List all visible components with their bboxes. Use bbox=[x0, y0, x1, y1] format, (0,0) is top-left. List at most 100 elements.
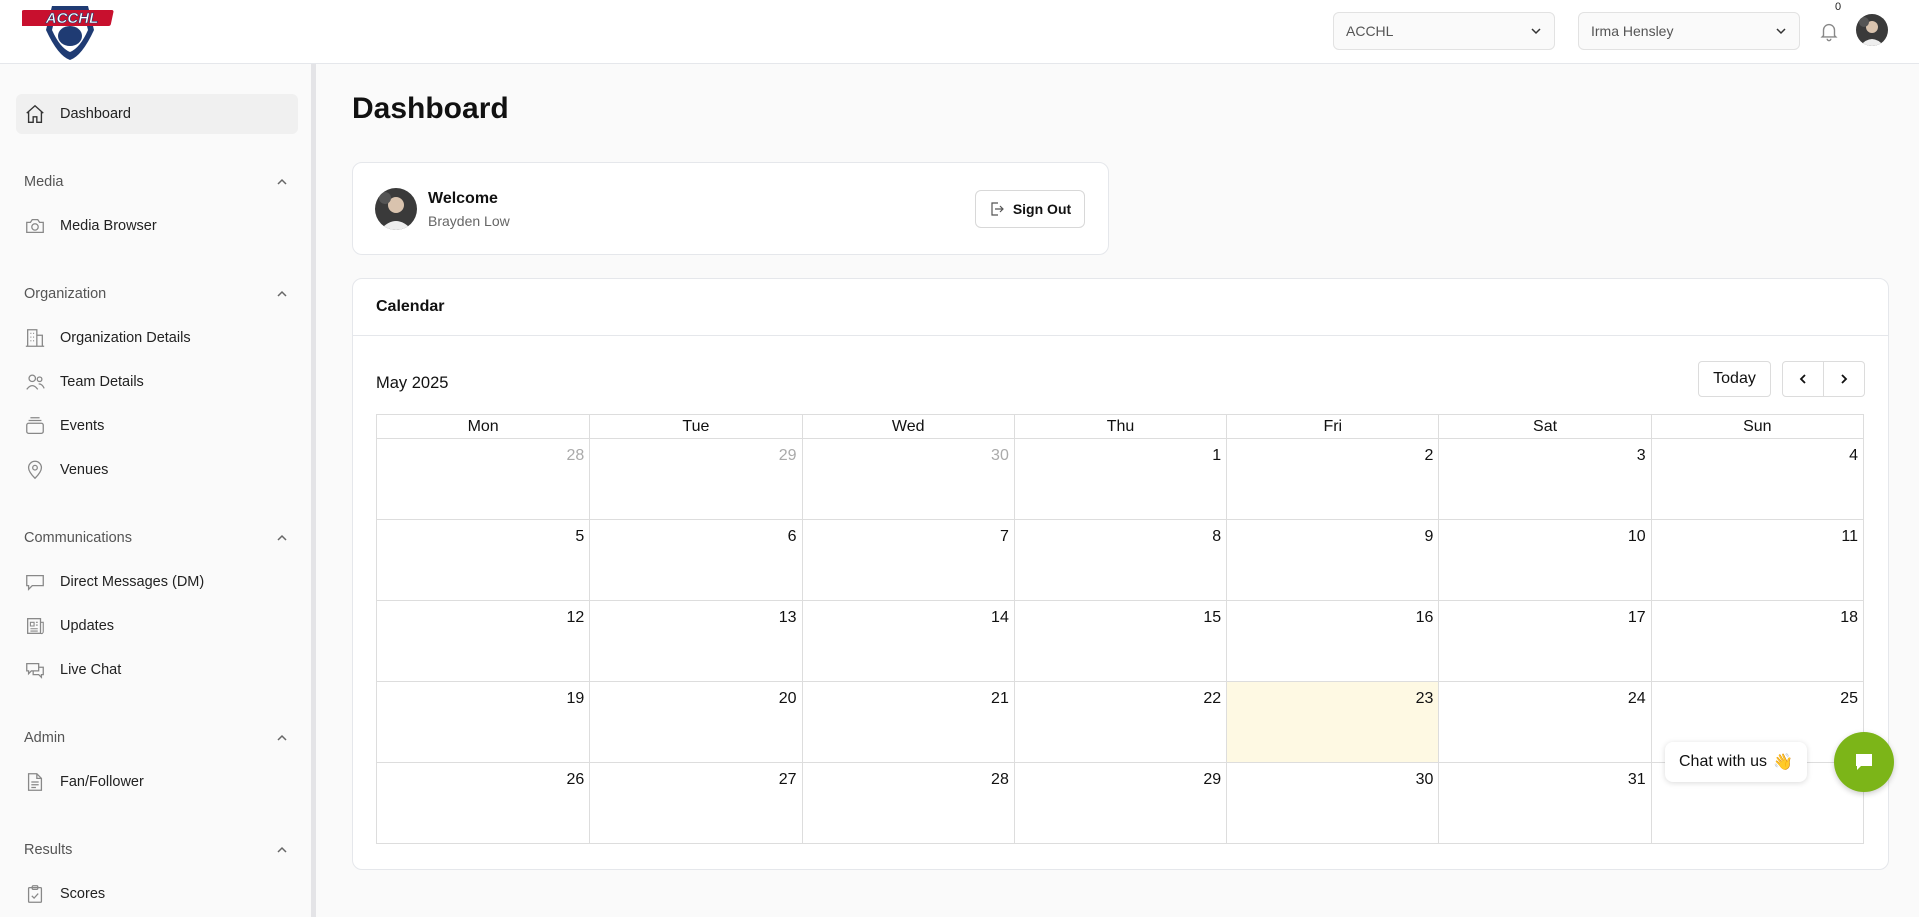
user-select-value: Irma Hensley bbox=[1591, 23, 1674, 39]
sidebar-item-label: Updates bbox=[60, 618, 115, 634]
avatar[interactable] bbox=[1856, 14, 1888, 46]
sidebar-item-label: Team Details bbox=[60, 374, 144, 390]
logo-text: ACCHL bbox=[45, 10, 99, 27]
section-media[interactable]: Media bbox=[24, 170, 288, 194]
chat-with-us-bubble[interactable]: Chat with us 👋 bbox=[1665, 742, 1807, 782]
calendar-day[interactable]: 30 bbox=[801, 439, 1014, 519]
chevron-down-icon bbox=[1531, 28, 1541, 35]
calendar-day[interactable]: 13 bbox=[589, 601, 801, 681]
next-month-button[interactable] bbox=[1823, 362, 1864, 396]
sidebar-item-live-chat[interactable]: Live Chat bbox=[16, 650, 298, 690]
acchl-logo[interactable]: ACCHL bbox=[18, 0, 118, 60]
wave-emoji: 👋 bbox=[1773, 754, 1793, 771]
section-communications[interactable]: Communications bbox=[24, 526, 288, 550]
organization-select[interactable]: ACCHL bbox=[1333, 12, 1555, 50]
calendar-title: Calendar bbox=[376, 298, 445, 315]
calendar-day[interactable]: 29 bbox=[1013, 763, 1226, 843]
calendar-day[interactable]: 30 bbox=[1226, 763, 1438, 843]
calendar-day[interactable]: 18 bbox=[1650, 601, 1863, 681]
map-pin-icon bbox=[24, 459, 46, 481]
prev-month-button[interactable] bbox=[1783, 362, 1823, 396]
sidebar-item-label: Live Chat bbox=[60, 662, 122, 678]
calendar-day[interactable]: 21 bbox=[801, 682, 1014, 762]
calendar-day[interactable]: 7 bbox=[801, 520, 1014, 600]
sidebar-item-dashboard[interactable]: Dashboard bbox=[16, 94, 298, 134]
calendar-day[interactable]: 24 bbox=[1438, 682, 1650, 762]
calendar-day[interactable]: 12 bbox=[377, 601, 589, 681]
sidebar-item-direct-messages[interactable]: Direct Messages (DM) bbox=[16, 562, 298, 602]
calendar-day[interactable]: 6 bbox=[589, 520, 801, 600]
calendar-day[interactable]: 26 bbox=[377, 763, 589, 843]
calendar-day[interactable]: 4 bbox=[1650, 439, 1863, 519]
calendar-week: 28 29 30 1 2 3 4 bbox=[377, 439, 1863, 520]
home-icon bbox=[24, 103, 46, 125]
calendar-weeks: 28 29 30 1 2 3 4 5 6 7 8 9 10 11 12 13 1… bbox=[376, 439, 1864, 844]
calendar-day[interactable]: 28 bbox=[377, 439, 589, 519]
section-title: Communications bbox=[24, 530, 132, 546]
calendar-day[interactable]: 2 bbox=[1226, 439, 1438, 519]
sidebar-item-organization-details[interactable]: Organization Details bbox=[16, 318, 298, 358]
sidebar-item-updates[interactable]: Updates bbox=[16, 606, 298, 646]
calendar-day[interactable]: 8 bbox=[1013, 520, 1226, 600]
sidebar-item-events[interactable]: Events bbox=[16, 406, 298, 446]
sidebar-item-scores[interactable]: Scores bbox=[16, 874, 298, 914]
sidebar: Dashboard Media Media Browser Organizati… bbox=[0, 64, 316, 917]
chat-with-us-label: Chat with us bbox=[1679, 753, 1768, 770]
section-admin[interactable]: Admin bbox=[24, 726, 288, 750]
calendar-card: Calendar May 2025 Today Mon Tue Wed Thu … bbox=[352, 278, 1889, 870]
sign-out-icon bbox=[991, 202, 1004, 216]
day-of-week-header: Tue bbox=[589, 415, 801, 439]
sidebar-item-venues[interactable]: Venues bbox=[16, 450, 298, 490]
bell-icon[interactable] bbox=[1818, 19, 1840, 43]
stack-icon bbox=[24, 415, 46, 437]
calendar-day[interactable]: 17 bbox=[1438, 601, 1650, 681]
calendar-week: 12 13 14 15 16 17 18 bbox=[377, 601, 1863, 682]
section-organization[interactable]: Organization bbox=[24, 282, 288, 306]
calendar-day[interactable]: 29 bbox=[589, 439, 801, 519]
user-select[interactable]: Irma Hensley bbox=[1578, 12, 1800, 50]
chevron-right-icon bbox=[1841, 374, 1848, 384]
calendar-day[interactable]: 1 bbox=[1013, 439, 1226, 519]
clipboard-icon bbox=[24, 883, 46, 905]
calendar-day[interactable]: 3 bbox=[1438, 439, 1650, 519]
chevron-left-icon bbox=[1799, 374, 1806, 384]
calendar-day[interactable]: 14 bbox=[801, 601, 1014, 681]
calendar-day[interactable]: 20 bbox=[589, 682, 801, 762]
calendar-day[interactable]: 10 bbox=[1438, 520, 1650, 600]
calendar-day[interactable]: 31 bbox=[1438, 763, 1650, 843]
calendar-day[interactable]: 11 bbox=[1650, 520, 1863, 600]
sidebar-item-fan-follower[interactable]: Fan/Follower bbox=[16, 762, 298, 802]
sidebar-item-team-details[interactable]: Team Details bbox=[16, 362, 298, 402]
section-title: Media bbox=[24, 174, 64, 190]
section-results[interactable]: Results bbox=[24, 838, 288, 862]
document-icon bbox=[24, 771, 46, 793]
calendar-day[interactable]: 28 bbox=[801, 763, 1014, 843]
sidebar-item-label: Dashboard bbox=[60, 106, 131, 122]
organization-select-value: ACCHL bbox=[1346, 23, 1394, 39]
sidebar-item-label: Scores bbox=[60, 886, 106, 902]
notification-count: 0 bbox=[1834, 1, 1842, 13]
calendar-day[interactable]: 19 bbox=[377, 682, 589, 762]
sidebar-item-media-browser[interactable]: Media Browser bbox=[16, 206, 298, 246]
newspaper-icon bbox=[24, 615, 46, 637]
sidebar-item-label: Venues bbox=[60, 462, 109, 478]
chat-launcher-button[interactable] bbox=[1834, 732, 1894, 792]
section-title: Organization bbox=[24, 286, 107, 302]
sidebar-item-label: Fan/Follower bbox=[60, 774, 144, 790]
calendar-day[interactable]: 9 bbox=[1226, 520, 1438, 600]
sidebar-item-label: Events bbox=[60, 418, 105, 434]
calendar-day[interactable]: 15 bbox=[1013, 601, 1226, 681]
calendar-week: 26 27 28 29 30 31 bbox=[377, 763, 1863, 844]
welcome-user-name: Brayden Low bbox=[428, 213, 510, 229]
day-of-week-header: Mon bbox=[467, 418, 499, 435]
calendar-day[interactable]: 5 bbox=[377, 520, 589, 600]
top-header: ACCHL ACCHL Irma Hensley 0 bbox=[0, 0, 1919, 64]
calendar-day[interactable]: 22 bbox=[1013, 682, 1226, 762]
sign-out-button[interactable]: Sign Out bbox=[975, 190, 1085, 228]
calendar-day-today[interactable]: 23 bbox=[1226, 682, 1439, 762]
sign-out-label: Sign Out bbox=[1012, 201, 1072, 217]
calendar-header: Calendar bbox=[353, 279, 1888, 336]
calendar-day[interactable]: 27 bbox=[589, 763, 801, 843]
calendar-day[interactable]: 16 bbox=[1226, 601, 1438, 681]
today-button[interactable]: Today bbox=[1698, 361, 1771, 397]
